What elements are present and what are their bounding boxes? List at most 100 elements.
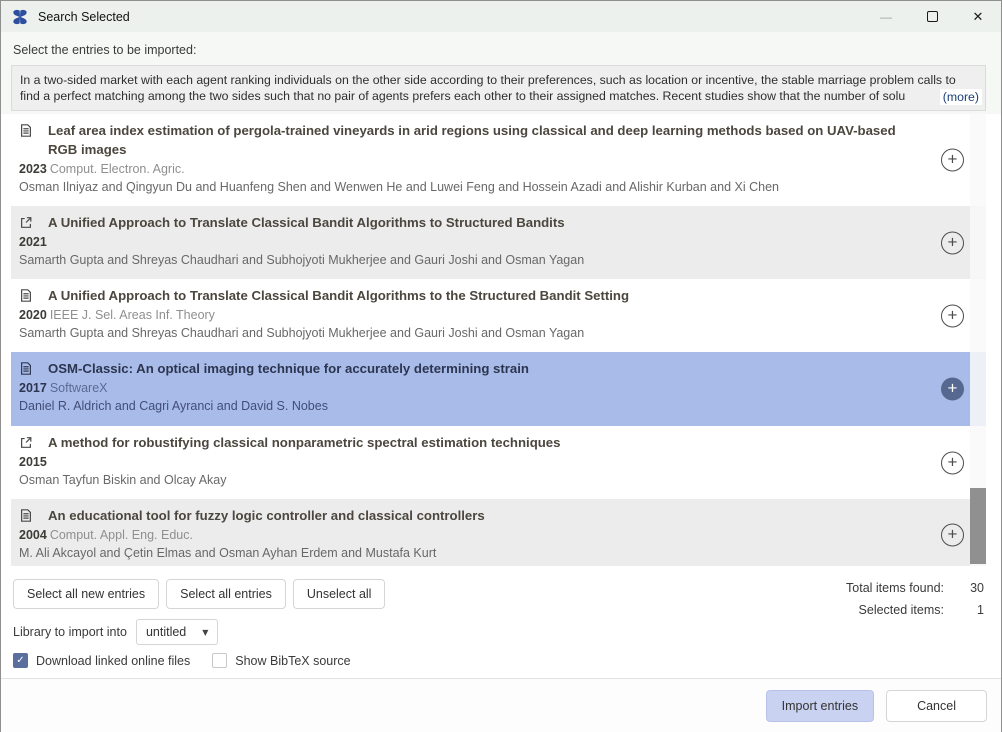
more-link[interactable]: (more) bbox=[940, 89, 982, 105]
chevron-down-icon: ▼ bbox=[202, 628, 208, 637]
selected-items-label: Selected items: bbox=[859, 599, 944, 621]
import-entries-button[interactable]: Import entries bbox=[766, 690, 874, 722]
article-icon bbox=[19, 361, 34, 376]
download-linked-files-label: Download linked online files bbox=[36, 654, 190, 668]
totals-panel: Total items found: 30 Selected items: 1 bbox=[846, 577, 984, 621]
select-all-entries-button[interactable]: Select all entries bbox=[166, 579, 286, 609]
entry-journal: Comput. Electron. Agric. bbox=[50, 162, 185, 176]
plus-icon: + bbox=[948, 306, 958, 323]
show-bibtex-source-checkbox[interactable] bbox=[212, 653, 227, 668]
entry-title: An educational tool for fuzzy logic cont… bbox=[48, 506, 485, 525]
select-all-new-entries-button[interactable]: Select all new entries bbox=[13, 579, 159, 609]
download-linked-files-checkbox[interactable]: ✓ bbox=[13, 653, 28, 668]
entry-journal: SoftwareX bbox=[50, 381, 108, 395]
entry-meta: 2021 bbox=[19, 233, 926, 251]
entry-title: A Unified Approach to Translate Classica… bbox=[48, 286, 629, 305]
entry-head: OSM-Classic: An optical imaging techniqu… bbox=[19, 359, 926, 378]
entry-head: An educational tool for fuzzy logic cont… bbox=[19, 506, 926, 525]
dialog-button-bar: Import entries Cancel bbox=[1, 679, 1001, 732]
entry-row[interactable]: A Unified Approach to Translate Classica… bbox=[11, 279, 986, 352]
maximize-button[interactable] bbox=[909, 1, 955, 32]
instruction-label: Select the entries to be imported: bbox=[13, 43, 196, 57]
window-title: Search Selected bbox=[38, 10, 130, 24]
entry-authors: Samarth Gupta and Shreyas Chaudhari and … bbox=[19, 324, 926, 351]
plus-icon: + bbox=[948, 526, 958, 543]
entry-meta: 2015 bbox=[19, 453, 926, 471]
entry-row-selected[interactable]: OSM-Classic: An optical imaging techniqu… bbox=[11, 352, 986, 426]
entry-year: 2020 bbox=[19, 308, 47, 322]
library-dropdown[interactable]: untitled ▼ bbox=[136, 619, 218, 645]
cancel-button[interactable]: Cancel bbox=[886, 690, 987, 722]
entry-journal: IEEE J. Sel. Areas Inf. Theory bbox=[50, 308, 215, 322]
entry-row[interactable]: Leaf area index estimation of pergola-tr… bbox=[11, 114, 986, 206]
entry-head: Leaf area index estimation of pergola-tr… bbox=[19, 121, 926, 159]
total-items-label: Total items found: bbox=[846, 577, 944, 599]
entry-journal: Comput. Appl. Eng. Educ. bbox=[50, 528, 193, 542]
close-icon: ✕ bbox=[973, 9, 984, 25]
entry-title: A Unified Approach to Translate Classica… bbox=[48, 213, 565, 232]
jabref-logo-icon bbox=[11, 8, 29, 26]
window-controls: — ✕ bbox=[863, 1, 1001, 32]
abstract-preview: In a two-sided market with each agent ra… bbox=[11, 65, 986, 111]
entry-meta: 2004Comput. Appl. Eng. Educ. bbox=[19, 526, 926, 544]
selection-buttons: Select all new entries Select all entrie… bbox=[13, 579, 385, 609]
add-entry-button[interactable]: + bbox=[941, 149, 964, 172]
plus-icon: + bbox=[948, 380, 958, 397]
external-link-icon bbox=[19, 435, 34, 450]
library-select-row: Library to import into untitled ▼ bbox=[13, 619, 218, 645]
entry-head: A Unified Approach to Translate Classica… bbox=[19, 286, 926, 305]
show-bibtex-source-label: Show BibTeX source bbox=[235, 654, 350, 668]
selected-items-value: 1 bbox=[944, 599, 984, 621]
entry-year: 2023 bbox=[19, 162, 47, 176]
plus-icon: + bbox=[948, 151, 958, 168]
maximize-icon bbox=[927, 11, 938, 22]
article-icon bbox=[19, 123, 34, 138]
add-entry-button[interactable]: + bbox=[941, 451, 964, 474]
close-button[interactable]: ✕ bbox=[955, 1, 1001, 32]
entry-authors: Osman Tayfun Biskin and Olcay Akay bbox=[19, 471, 926, 498]
article-icon bbox=[19, 288, 34, 303]
add-entry-button[interactable]: + bbox=[941, 524, 964, 547]
external-link-icon bbox=[19, 215, 34, 230]
minimize-icon: — bbox=[880, 10, 892, 24]
article-icon bbox=[19, 508, 34, 523]
entry-meta: 2017SoftwareX bbox=[19, 379, 926, 397]
unselect-all-button[interactable]: Unselect all bbox=[293, 579, 386, 609]
abstract-text: In a two-sided market with each agent ra… bbox=[20, 73, 956, 103]
plus-icon: + bbox=[948, 233, 958, 250]
entry-year: 2015 bbox=[19, 455, 47, 469]
entry-row[interactable]: An educational tool for fuzzy logic cont… bbox=[11, 499, 986, 566]
entry-meta: 2023Comput. Electron. Agric. bbox=[19, 160, 926, 178]
add-entry-button[interactable]: + bbox=[941, 231, 964, 254]
library-dropdown-value: untitled bbox=[146, 625, 186, 639]
entry-title: OSM-Classic: An optical imaging techniqu… bbox=[48, 359, 529, 378]
options-row: ✓ Download linked online files Show BibT… bbox=[13, 653, 351, 668]
entry-row[interactable]: A method for robustifying classical nonp… bbox=[11, 426, 986, 499]
entry-head: A method for robustifying classical nonp… bbox=[19, 433, 926, 452]
entry-year: 2004 bbox=[19, 528, 47, 542]
library-select-label: Library to import into bbox=[13, 625, 127, 639]
entry-title: A method for robustifying classical nonp… bbox=[48, 433, 560, 452]
entry-list: Leaf area index estimation of pergola-tr… bbox=[11, 114, 986, 566]
entry-authors: Daniel R. Aldrich and Cagri Ayranci and … bbox=[19, 397, 926, 424]
entry-meta: 2020IEEE J. Sel. Areas Inf. Theory bbox=[19, 306, 926, 324]
total-items-value: 30 bbox=[944, 577, 984, 599]
minimize-button[interactable]: — bbox=[863, 1, 909, 32]
entry-year: 2017 bbox=[19, 381, 47, 395]
add-entry-button[interactable]: + bbox=[941, 378, 964, 401]
entry-head: A Unified Approach to Translate Classica… bbox=[19, 213, 926, 232]
total-items-line: Total items found: 30 bbox=[846, 577, 984, 599]
check-icon: ✓ bbox=[16, 655, 24, 666]
add-entry-button[interactable]: + bbox=[941, 304, 964, 327]
title-bar: Search Selected — ✕ bbox=[1, 1, 1001, 32]
entry-authors: Osman Ilniyaz and Qingyun Du and Huanfen… bbox=[19, 178, 926, 205]
scrollbar-track[interactable] bbox=[970, 114, 986, 566]
entry-authors: Samarth Gupta and Shreyas Chaudhari and … bbox=[19, 251, 926, 278]
entry-row[interactable]: A Unified Approach to Translate Classica… bbox=[11, 206, 986, 279]
entry-title: Leaf area index estimation of pergola-tr… bbox=[48, 121, 926, 159]
plus-icon: + bbox=[948, 453, 958, 470]
entry-authors: M. Ali Akcayol and Çetin Elmas and Osman… bbox=[19, 544, 926, 566]
entry-year: 2021 bbox=[19, 235, 47, 249]
scrollbar-thumb[interactable] bbox=[970, 488, 986, 564]
selected-items-line: Selected items: 1 bbox=[846, 599, 984, 621]
